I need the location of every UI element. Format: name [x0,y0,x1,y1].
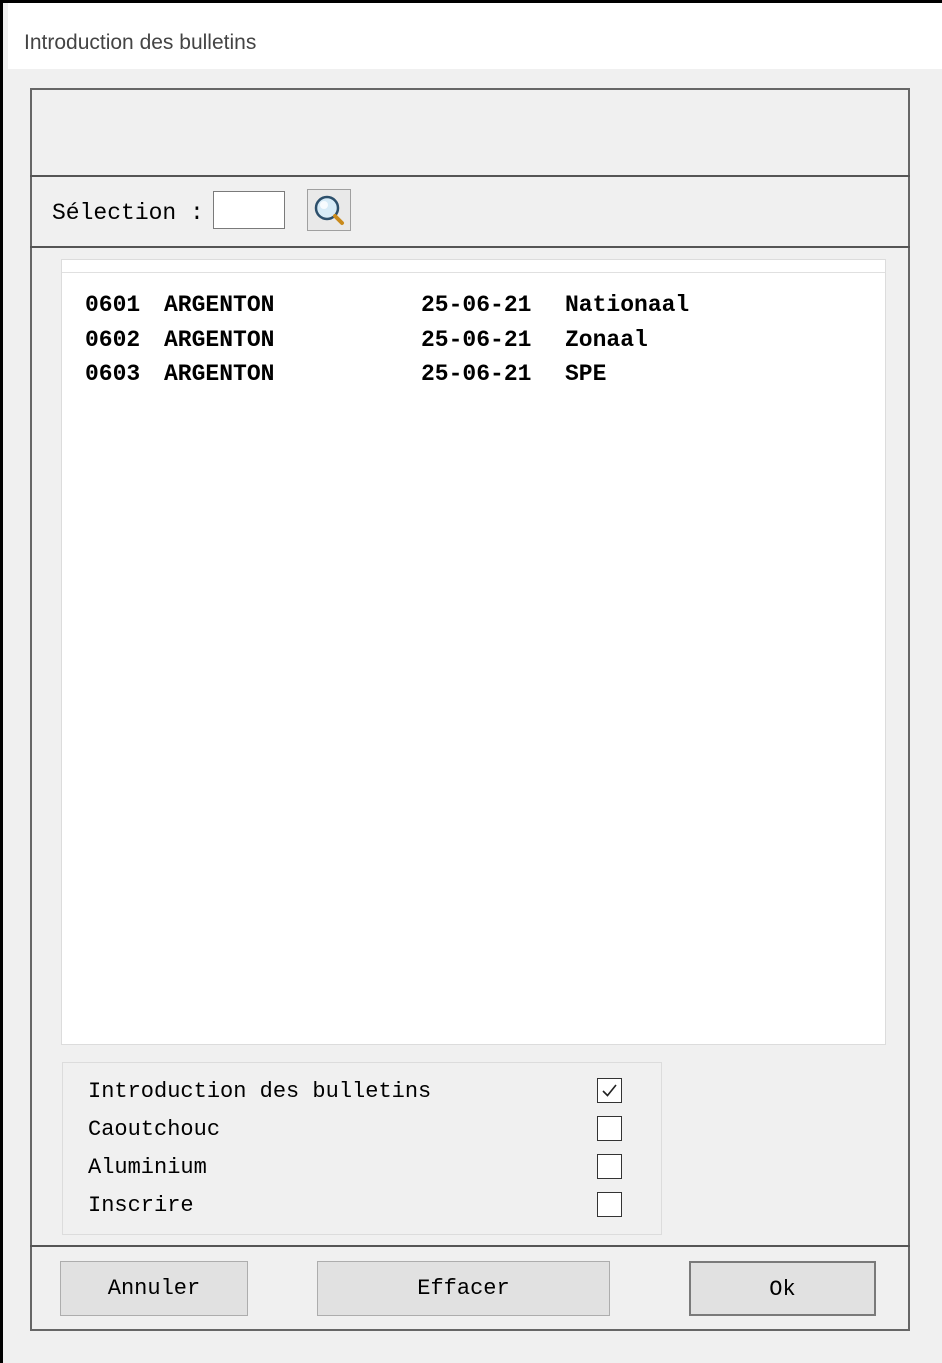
item-name: ARGENTON [164,327,275,353]
list-header-strip [62,260,885,273]
option-label: Aluminium [88,1155,207,1180]
search-button[interactable] [307,189,351,231]
divider-selection [30,246,910,248]
cancel-button[interactable]: Annuler [60,1261,248,1316]
item-date: 25-06-21 [421,327,532,353]
checkmark-icon [602,1084,617,1097]
divider-buttons [30,1245,910,1247]
item-name: ARGENTON [164,361,275,387]
bulletin-list[interactable]: 0601 ARGENTON 25-06-21 Nationaal 0602 ARGENTO… [61,259,886,1045]
item-code: 0602 [85,327,141,353]
item-date: 25-06-21 [421,292,532,318]
option-label: Introduction des bulletins [88,1079,432,1104]
window-title: Introduction des bulletins [24,31,257,54]
option-checkbox[interactable] [597,1154,622,1179]
list-item[interactable]: 0602 ARGENTON 25-06-21 Zonaal [85,327,865,361]
item-type: Nationaal [565,292,690,318]
title-bar: Introduction des bulletins [8,3,942,69]
option-label: Caoutchouc [88,1117,221,1142]
item-type: Zonaal [565,327,648,353]
item-date: 25-06-21 [421,361,532,387]
list-item[interactable]: 0601 ARGENTON 25-06-21 Nationaal [85,292,865,326]
option-checkbox[interactable] [597,1078,622,1103]
option-label: Inscrire [88,1193,194,1218]
divider-top [30,175,910,177]
selection-label: Sélection : [52,200,204,226]
item-name: ARGENTON [164,292,275,318]
item-code: 0603 [85,361,141,387]
item-type: SPE [565,361,607,387]
option-checkbox[interactable] [597,1116,622,1141]
list-item[interactable]: 0603 ARGENTON 25-06-21 SPE [85,361,865,395]
clear-button[interactable]: Effacer [317,1261,610,1316]
ok-button[interactable]: Ok [689,1261,876,1316]
item-code: 0601 [85,292,141,318]
selection-input[interactable] [213,191,285,229]
magnifier-search-icon [314,195,344,225]
option-checkbox[interactable] [597,1192,622,1217]
